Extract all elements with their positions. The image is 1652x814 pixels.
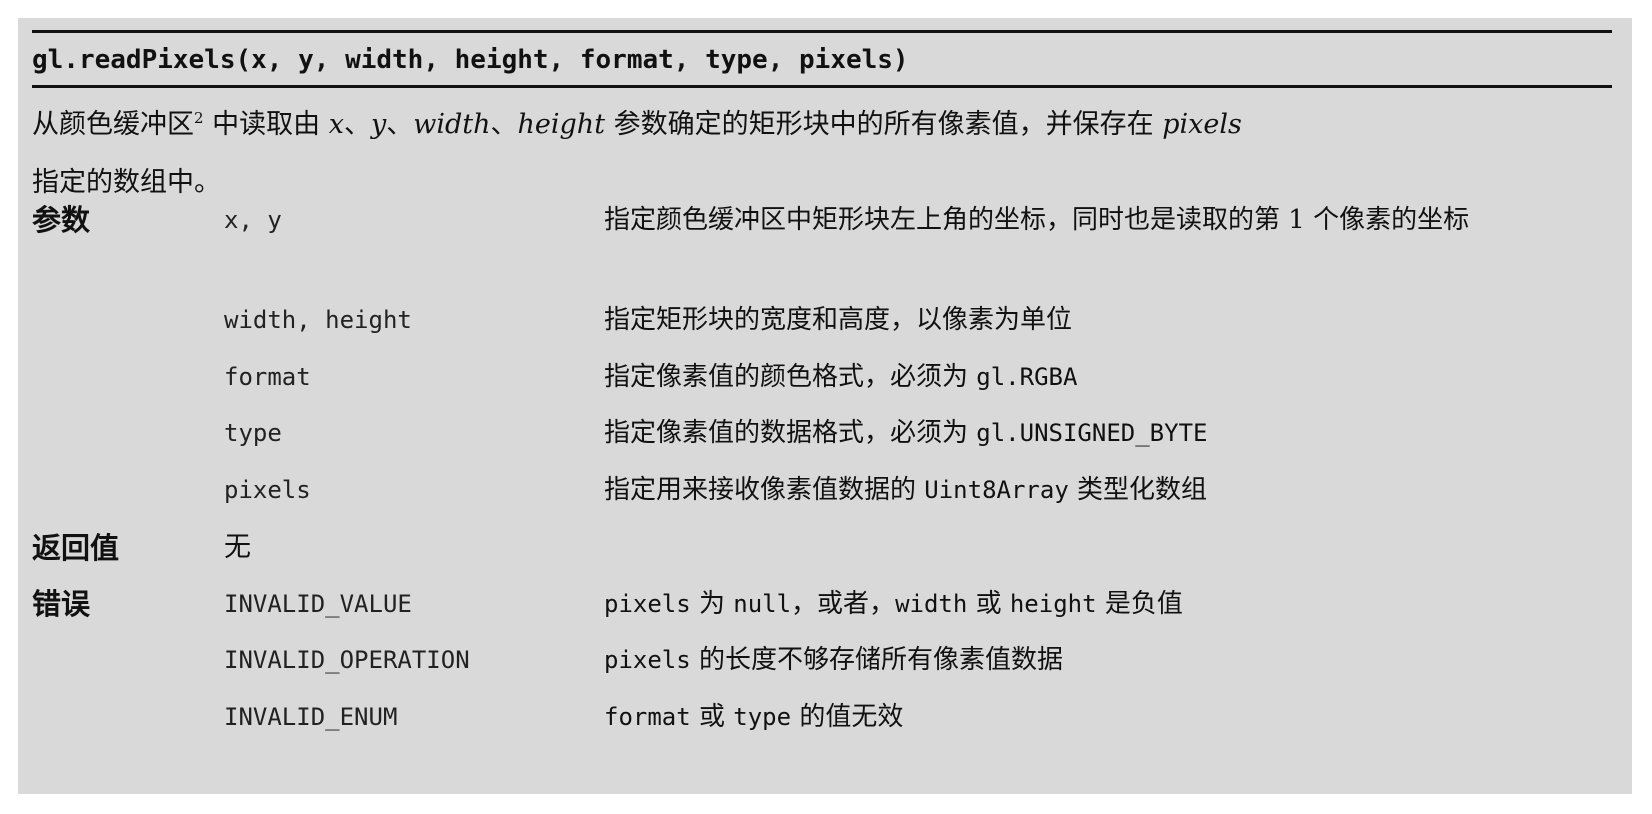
bottom-rule <box>32 85 1612 88</box>
return-label: 返回值 <box>32 531 120 565</box>
footnote-marker: 2 <box>194 109 204 127</box>
return-value: 无 <box>224 532 251 563</box>
param-desc-format: 指定像素值的颜色格式，必须为 gl.RGBA <box>604 362 1078 392</box>
error-desc-invalid-enum: format 或 type 的值无效 <box>604 702 904 732</box>
function-signature: gl.readPixels(x, y, width, height, forma… <box>32 45 909 75</box>
api-reference-panel: gl.readPixels(x, y, width, height, forma… <box>18 18 1632 794</box>
param-desc-xy: 指定颜色缓冲区中矩形块左上角的坐标，同时也是读取的第 1 个像素的坐标 <box>604 205 1470 235</box>
top-rule <box>32 30 1612 33</box>
param-desc-type: 指定像素值的数据格式，必须为 gl.UNSIGNED_BYTE <box>604 418 1208 448</box>
param-desc-pixels: 指定用来接收像素值数据的 Uint8Array 类型化数组 <box>604 475 1208 505</box>
param-name-xy: x, y <box>224 206 282 234</box>
param-name-type: type <box>224 419 282 447</box>
param-desc-width-height: 指定矩形块的宽度和高度，以像素为单位 <box>604 305 1073 335</box>
error-name-invalid-enum: INVALID_ENUM <box>224 703 398 731</box>
param-name-format: format <box>224 363 311 391</box>
error-desc-invalid-value: pixels 为 null，或者，width 或 height 是负值 <box>604 589 1183 619</box>
param-name-pixels: pixels <box>224 476 311 504</box>
param-name-width-height: width, height <box>224 306 412 334</box>
error-name-invalid-operation: INVALID_OPERATION <box>224 646 470 674</box>
error-desc-invalid-operation: pixels 的长度不够存储所有像素值数据 <box>604 645 1063 675</box>
params-label: 参数 <box>32 203 91 237</box>
errors-label: 错误 <box>32 587 91 621</box>
error-name-invalid-value: INVALID_VALUE <box>224 590 412 618</box>
